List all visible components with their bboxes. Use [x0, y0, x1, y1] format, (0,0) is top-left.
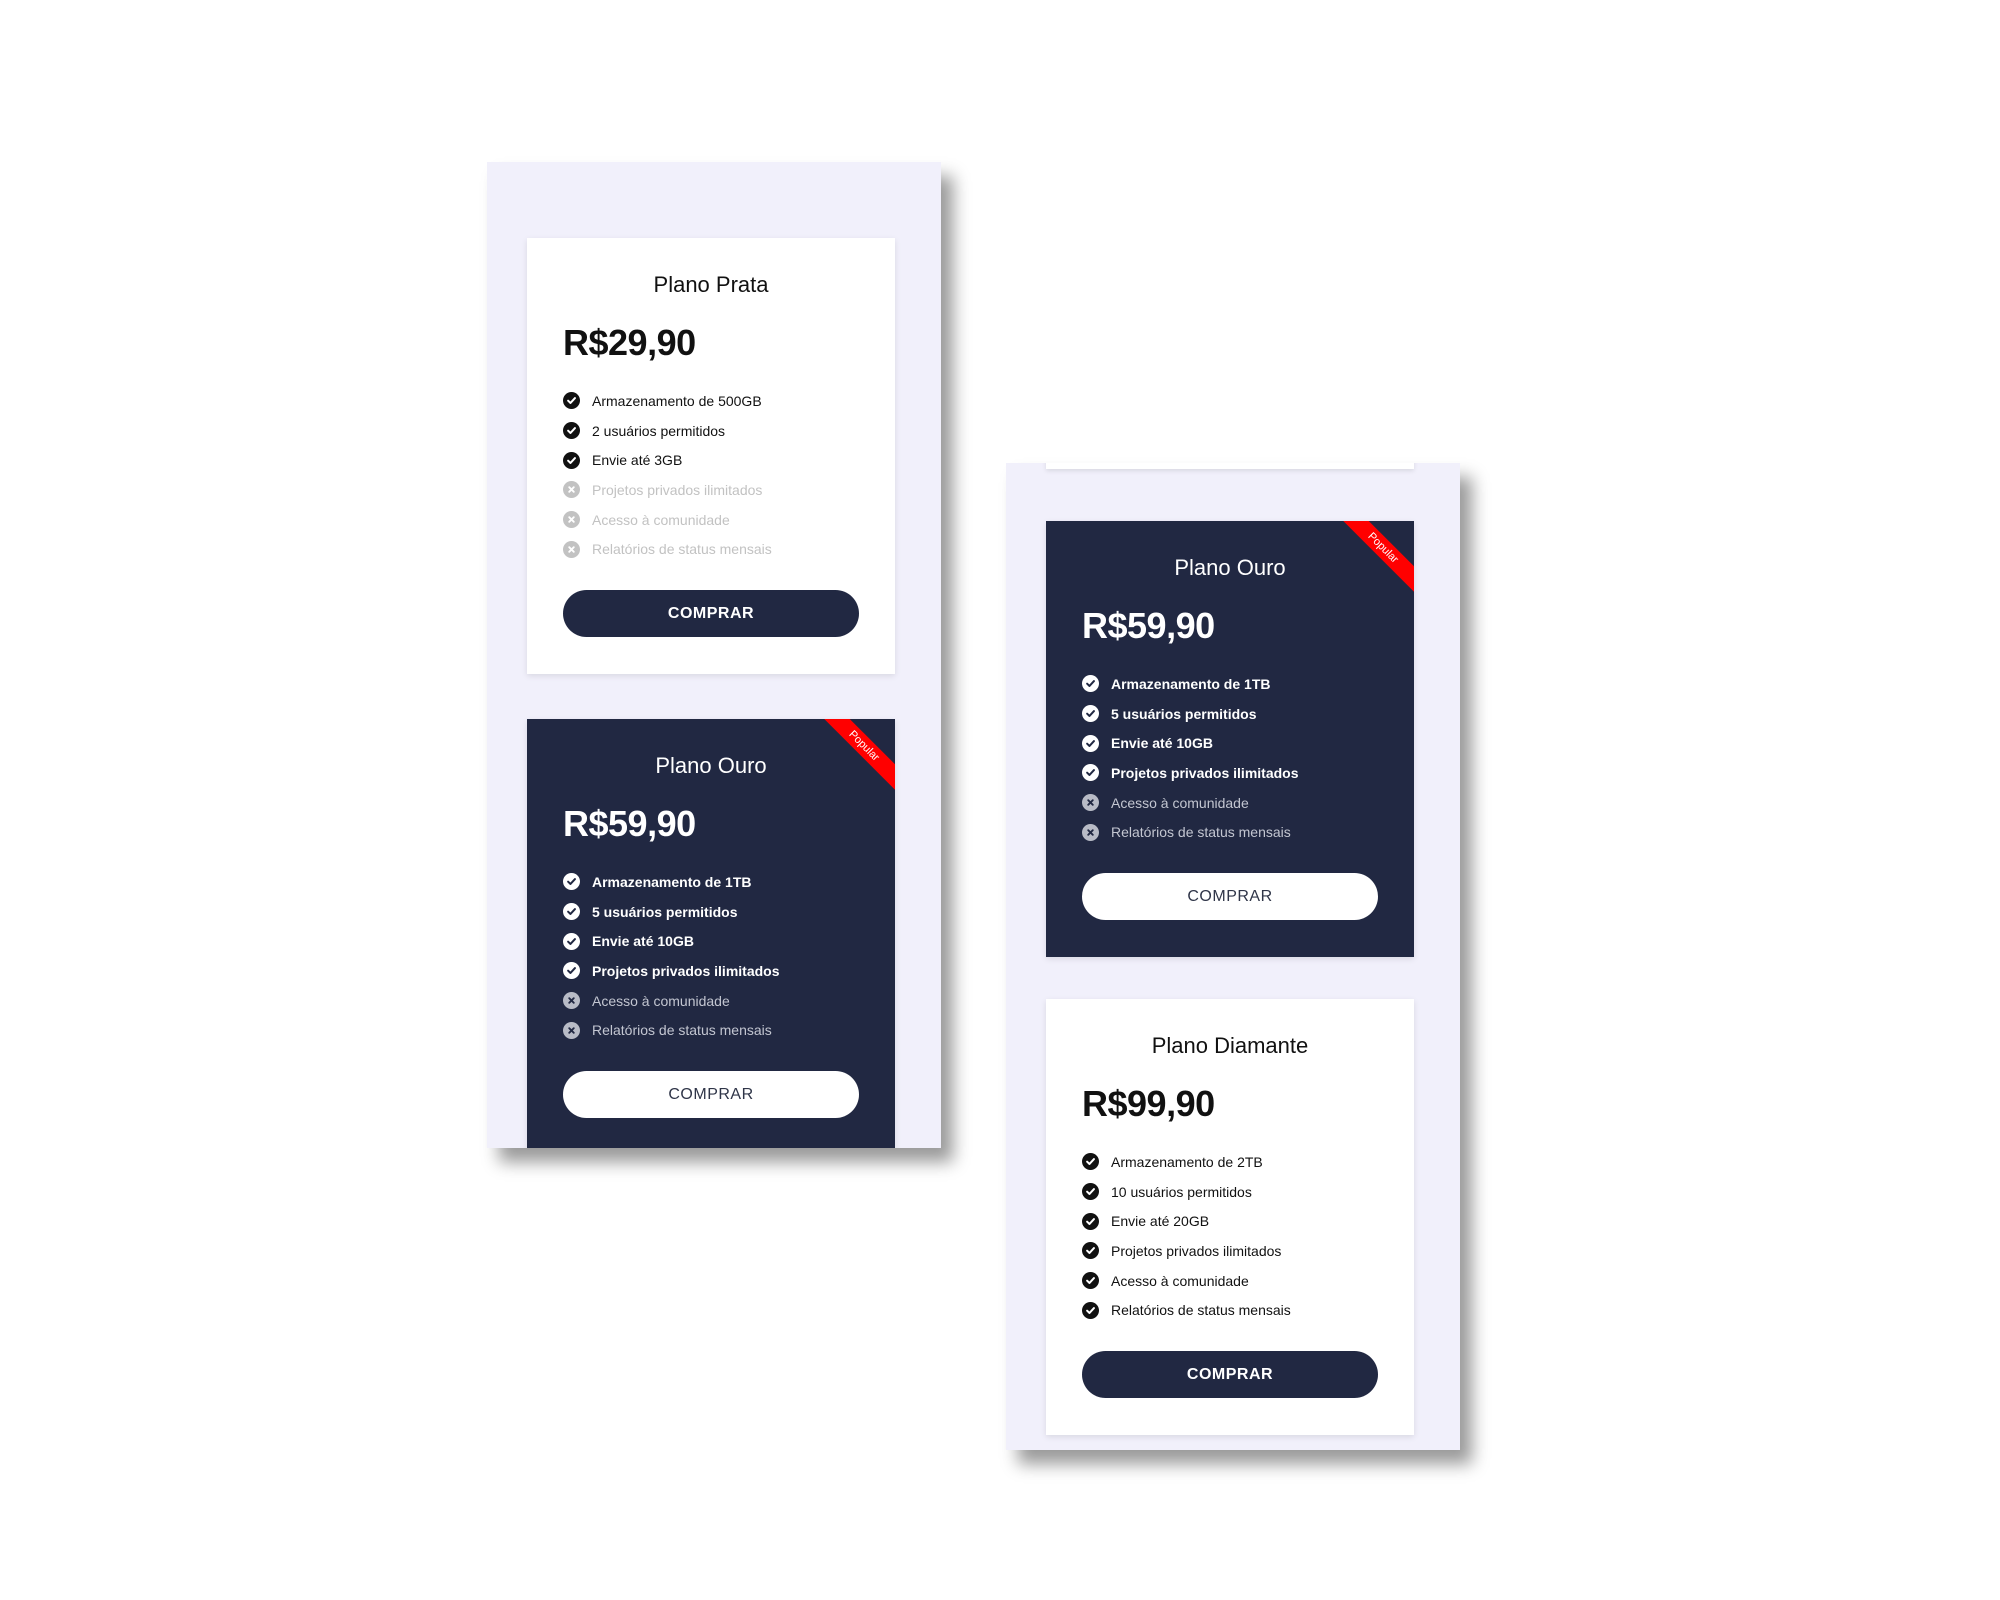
- feature-label: Envie até 10GB: [1111, 735, 1213, 752]
- feature-item: Relatórios de status mensais: [1082, 817, 1299, 847]
- feature-label: Armazenamento de 2TB: [1111, 1153, 1263, 1170]
- feature-label: Relatórios de status mensais: [1111, 1302, 1291, 1319]
- buy-button[interactable]: COMPRAR: [563, 1071, 859, 1118]
- x-circle-icon: [563, 540, 580, 558]
- feature-item: Armazenamento de 500GB: [563, 386, 772, 416]
- plan-price: R$59,90: [1082, 605, 1215, 646]
- check-circle-icon: [563, 422, 580, 440]
- feature-label: Projetos privados ilimitados: [592, 962, 780, 979]
- buy-button[interactable]: COMPRAR: [1082, 873, 1378, 920]
- feature-label: Relatórios de status mensais: [592, 541, 772, 558]
- feature-label: Envie até 10GB: [592, 933, 694, 950]
- buy-button[interactable]: COMPRAR: [563, 590, 859, 637]
- check-circle-icon: [563, 932, 580, 950]
- feature-item: 2 usuários permitidos: [563, 416, 772, 446]
- plan-title: Plano Diamante: [1151, 1033, 1309, 1058]
- check-circle-icon: [563, 962, 580, 980]
- check-circle-icon: [563, 903, 580, 921]
- plan-title: Plano Ouro: [655, 753, 767, 778]
- feature-list: Armazenamento de 2TB 10 usuários permiti…: [1082, 1147, 1291, 1325]
- check-circle-icon: [1082, 705, 1099, 723]
- x-circle-icon: [563, 1021, 580, 1039]
- previous-card-edge: [1046, 463, 1414, 469]
- plan-title: Plano Prata: [653, 272, 769, 297]
- feature-label: Armazenamento de 500GB: [592, 392, 762, 409]
- feature-item: Acesso à comunidade: [1082, 788, 1299, 818]
- feature-item: Armazenamento de 1TB: [1082, 669, 1299, 699]
- feature-item: 5 usuários permitidos: [1082, 699, 1299, 729]
- feature-item: Relatórios de status mensais: [1082, 1295, 1291, 1325]
- feature-label: Relatórios de status mensais: [1111, 824, 1291, 841]
- check-circle-icon: [1082, 734, 1099, 752]
- x-circle-icon: [1082, 794, 1099, 812]
- check-circle-icon: [1082, 764, 1099, 782]
- plan-card-ouro: Popular Plano Ouro R$59,90 Armazenamento…: [1046, 521, 1414, 957]
- plan-title: Plano Ouro: [1174, 555, 1286, 580]
- mobile-screen-right: Popular Plano Ouro R$59,90 Armazenamento…: [1006, 463, 1460, 1450]
- mobile-screen-left: Plano Prata R$29,90 Armazenamento de 500…: [487, 162, 941, 1148]
- feature-item: Armazenamento de 1TB: [563, 867, 780, 897]
- feature-item: Armazenamento de 2TB: [1082, 1147, 1291, 1177]
- feature-item: Acesso à comunidade: [563, 505, 772, 535]
- feature-item: Projetos privados ilimitados: [563, 956, 780, 986]
- feature-item: Relatórios de status mensais: [563, 534, 772, 564]
- buy-button[interactable]: COMPRAR: [1082, 1351, 1378, 1398]
- plan-price: R$59,90: [563, 803, 696, 844]
- x-circle-icon: [1082, 823, 1099, 841]
- check-circle-icon: [1082, 675, 1099, 693]
- feature-item: Projetos privados ilimitados: [563, 475, 772, 505]
- plan-price: R$29,90: [563, 322, 696, 363]
- plan-card-diamante: Plano Diamante R$99,90 Armazenamento de …: [1046, 999, 1414, 1435]
- feature-list: Armazenamento de 500GB 2 usuários permit…: [563, 386, 772, 564]
- feature-label: Acesso à comunidade: [592, 992, 730, 1009]
- x-circle-icon: [563, 511, 580, 529]
- check-circle-icon: [563, 392, 580, 410]
- check-circle-icon: [563, 451, 580, 469]
- feature-label: Acesso à comunidade: [592, 511, 730, 528]
- check-circle-icon: [1082, 1212, 1099, 1230]
- feature-label: Projetos privados ilimitados: [1111, 1242, 1282, 1259]
- feature-label: 5 usuários permitidos: [1111, 705, 1257, 722]
- feature-item: Envie até 10GB: [1082, 728, 1299, 758]
- feature-label: Acesso à comunidade: [1111, 794, 1249, 811]
- feature-label: Acesso à comunidade: [1111, 1272, 1249, 1289]
- feature-item: 5 usuários permitidos: [563, 897, 780, 927]
- feature-label: Envie até 20GB: [1111, 1213, 1210, 1230]
- feature-item: Envie até 3GB: [563, 445, 772, 475]
- feature-list: Armazenamento de 1TB 5 usuários permitid…: [563, 867, 780, 1045]
- check-circle-icon: [1082, 1301, 1099, 1319]
- feature-item: Acesso à comunidade: [563, 986, 780, 1016]
- feature-label: 10 usuários permitidos: [1111, 1183, 1252, 1200]
- feature-label: Projetos privados ilimitados: [592, 481, 763, 498]
- feature-item: Acesso à comunidade: [1082, 1266, 1291, 1296]
- feature-item: Projetos privados ilimitados: [1082, 1236, 1291, 1266]
- feature-item: Relatórios de status mensais: [563, 1015, 780, 1045]
- check-circle-icon: [1082, 1183, 1099, 1201]
- feature-list: Armazenamento de 1TB 5 usuários permitid…: [1082, 669, 1299, 847]
- feature-item: Envie até 10GB: [563, 926, 780, 956]
- x-circle-icon: [563, 992, 580, 1010]
- feature-label: Projetos privados ilimitados: [1111, 764, 1299, 781]
- feature-label: Armazenamento de 1TB: [592, 873, 752, 890]
- feature-label: Relatórios de status mensais: [592, 1022, 772, 1039]
- plan-card-prata: Plano Prata R$29,90 Armazenamento de 500…: [527, 238, 895, 674]
- check-circle-icon: [1082, 1153, 1099, 1171]
- check-circle-icon: [563, 873, 580, 891]
- feature-label: Armazenamento de 1TB: [1111, 675, 1271, 692]
- feature-item: Projetos privados ilimitados: [1082, 758, 1299, 788]
- x-circle-icon: [563, 481, 580, 499]
- feature-label: Envie até 3GB: [592, 452, 683, 469]
- plan-card-ouro: Popular Plano Ouro R$59,90 Armazenamento…: [527, 719, 895, 1148]
- feature-label: 5 usuários permitidos: [592, 903, 738, 920]
- check-circle-icon: [1082, 1242, 1099, 1260]
- feature-item: 10 usuários permitidos: [1082, 1177, 1291, 1207]
- plan-price: R$99,90: [1082, 1083, 1215, 1124]
- feature-label: 2 usuários permitidos: [592, 422, 726, 439]
- check-circle-icon: [1082, 1272, 1099, 1290]
- feature-item: Envie até 20GB: [1082, 1206, 1291, 1236]
